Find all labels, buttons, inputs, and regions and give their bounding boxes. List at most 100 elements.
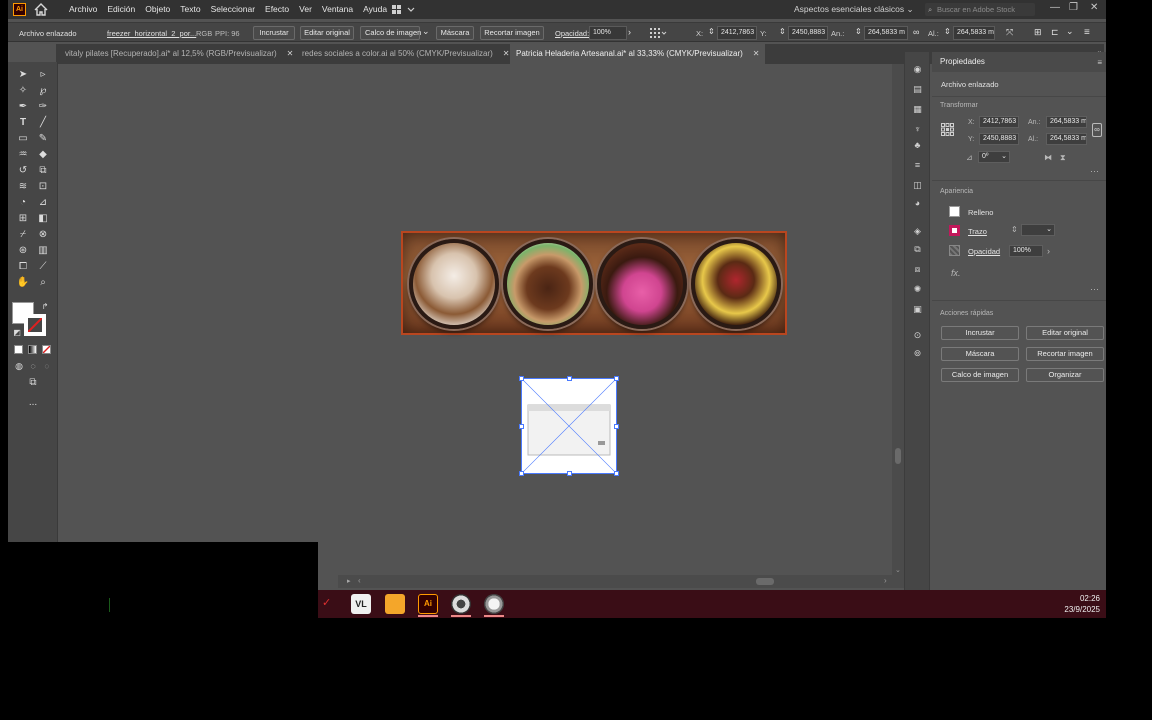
draw-behind-icon[interactable]: ◌	[26, 359, 40, 373]
utility-app-icon[interactable]	[484, 594, 504, 614]
opacity-field[interactable]: 100%	[1009, 245, 1043, 257]
panel-menu-icon[interactable]: ≡	[1097, 58, 1102, 67]
scroll-play-icon[interactable]: ▸	[347, 577, 351, 585]
warp-tool-icon[interactable]: ≋	[16, 180, 30, 194]
taskbar-app-icon-red[interactable]: ✓	[322, 596, 331, 609]
menu-seleccionar[interactable]: Seleccionar	[211, 4, 255, 14]
minimize-icon[interactable]: —	[1050, 2, 1060, 13]
workspace-switcher[interactable]: Aspectos esenciales clásicos ⌄	[794, 4, 914, 15]
artboard-tool-icon[interactable]: ⧠	[16, 260, 30, 274]
menu-archivo[interactable]: Archivo	[69, 4, 97, 14]
embed-button[interactable]: Incrustar	[941, 326, 1019, 340]
more-appearance-options-icon[interactable]: ···	[1090, 284, 1099, 294]
hand-tool-icon[interactable]: ✋	[16, 276, 30, 290]
flip-vertical-icon[interactable]: ⧗	[1060, 153, 1066, 163]
width-stepper-icon[interactable]: ⇕	[855, 27, 862, 36]
illustrator-taskbar-icon[interactable]: Ai	[418, 594, 438, 614]
perspective-grid-tool-icon[interactable]: ⊿	[36, 196, 50, 210]
image-trace-panel-icon[interactable]: ⊚	[911, 348, 924, 359]
resize-handle-bottom-right[interactable]	[614, 471, 619, 476]
resize-handle-top-left[interactable]	[519, 376, 524, 381]
eraser-tool-icon[interactable]: ◆	[36, 148, 50, 162]
more-transform-options-icon[interactable]: ···	[1090, 166, 1099, 176]
curvature-tool-icon[interactable]: ✑	[36, 100, 50, 114]
ice-cream-banner-image[interactable]	[401, 231, 787, 335]
reference-point-icon[interactable]	[941, 123, 954, 136]
gradient-panel-icon[interactable]: ◫	[911, 180, 924, 191]
arrange-button[interactable]: Organizar	[1026, 368, 1104, 382]
tab-patricia-heladeria[interactable]: Patricia Heladeria Artesanal.ai* al 33,3…	[510, 44, 766, 64]
scroll-left-icon[interactable]: ‹	[358, 576, 361, 585]
zoom-tool-icon[interactable]: ⌕	[36, 276, 50, 290]
resize-handle-bottom-left[interactable]	[519, 471, 524, 476]
stroke-panel-icon[interactable]: ≡	[911, 160, 924, 171]
x-stepper-icon[interactable]: ⇕	[708, 27, 715, 36]
scroll-down-icon[interactable]: ⌄	[895, 566, 901, 574]
crop-image-button[interactable]: Recortar imagen	[1026, 347, 1104, 361]
brushes-panel-icon[interactable]: ♆	[911, 124, 924, 135]
crop-image-button[interactable]: Recortar imagen	[480, 26, 544, 40]
gradient-mode-icon[interactable]	[28, 345, 37, 354]
opacity-label[interactable]: Opacidad:	[555, 29, 589, 38]
menu-efecto[interactable]: Efecto	[265, 4, 289, 14]
resize-handle-right[interactable]	[614, 424, 619, 429]
x-field[interactable]: 2412,7863	[717, 26, 757, 40]
swap-colors-icon[interactable]: ↱	[38, 300, 52, 314]
blend-tool-icon[interactable]: ⊗	[36, 228, 50, 242]
menu-objeto[interactable]: Objeto	[145, 4, 170, 14]
links-panel-icon[interactable]: ⊙	[911, 330, 924, 341]
width-field[interactable]: 264,5833 m	[864, 26, 908, 40]
tab-vitaly-pilates[interactable]: vitaly pilates [Recuperado].ai* al 12,5%…	[65, 44, 293, 64]
flip-horizontal-icon[interactable]: ⧓	[1044, 153, 1052, 162]
reference-point-icon[interactable]	[649, 28, 667, 38]
type-tool-icon[interactable]: T	[16, 116, 30, 130]
draw-inside-icon[interactable]: ○	[40, 359, 54, 373]
gradient-tool-icon[interactable]: ◧	[36, 212, 50, 226]
rotate-tool-icon[interactable]: ↺	[16, 164, 30, 178]
rotation-field[interactable]: 0º ⌄	[978, 151, 1010, 163]
pathfinder-panel-icon[interactable]: ⧈	[911, 264, 924, 275]
distribute-icon[interactable]: ⊏	[1051, 27, 1059, 38]
image-trace-button[interactable]: Calco de imagen	[941, 368, 1019, 382]
close-icon[interactable]: ✕	[287, 49, 294, 58]
vertical-scrollbar[interactable]: ⌄	[892, 64, 904, 575]
graphic-styles-panel-icon[interactable]: ▣	[911, 304, 924, 315]
document-info-icon[interactable]: ▤	[911, 84, 924, 95]
fill-swatch[interactable]	[949, 206, 960, 217]
tab-redes-sociales[interactable]: redes sociales a color.ai al 50% (CMYK/P…	[302, 44, 509, 64]
close-icon[interactable]: ✕	[753, 49, 760, 58]
shaper-tool-icon[interactable]: ♒	[16, 148, 30, 162]
align-icon[interactable]: ⊞	[1034, 27, 1042, 38]
close-icon[interactable]: ✕	[503, 49, 510, 58]
y-field[interactable]: 2450,8883	[979, 133, 1019, 145]
opacity-label[interactable]: Opacidad	[968, 247, 1000, 256]
freezer-linked-image[interactable]	[519, 376, 619, 476]
menu-ventana[interactable]: Ventana	[322, 4, 353, 14]
home-icon[interactable]	[34, 3, 48, 16]
resize-handle-top[interactable]	[567, 376, 572, 381]
color-panel-icon[interactable]: ◉	[911, 64, 924, 75]
swatches-panel-icon[interactable]: ▦	[911, 104, 924, 115]
mask-button[interactable]: Máscara	[941, 347, 1019, 361]
fx-effects-button[interactable]: fx.	[951, 268, 961, 278]
arrange-documents-icon[interactable]	[391, 4, 417, 15]
layers-panel-icon[interactable]: ◈	[911, 226, 924, 237]
scroll-right-icon[interactable]: ›	[884, 576, 887, 585]
stroke-weight-field[interactable]: ⌄	[1021, 224, 1055, 236]
restore-icon[interactable]: ❐	[1069, 2, 1078, 13]
video-editor-app-icon[interactable]: VL	[351, 594, 371, 614]
rectangle-tool-icon[interactable]: ▭	[16, 132, 30, 146]
horizontal-scroll-thumb[interactable]	[756, 578, 774, 585]
line-tool-icon[interactable]: ╱	[36, 116, 50, 130]
control-bar-menu-icon[interactable]: ≡	[1084, 27, 1090, 38]
appearance-panel-icon[interactable]: ✺	[911, 284, 924, 295]
horizontal-scrollbar[interactable]: ▸ ‹ ›	[338, 575, 904, 588]
eyedropper-tool-icon[interactable]: ⌿	[16, 228, 30, 242]
resize-handle-bottom[interactable]	[567, 471, 572, 476]
image-trace-button[interactable]: Calco de imagen	[360, 26, 421, 40]
y-stepper-icon[interactable]: ⇕	[779, 27, 786, 36]
edit-toolbar-icon[interactable]: ...	[26, 396, 40, 410]
default-colors-icon[interactable]: ◩	[10, 326, 24, 340]
stroke-swatch[interactable]	[24, 314, 46, 336]
system-clock[interactable]: 02:26 23/9/2025	[1064, 593, 1100, 615]
